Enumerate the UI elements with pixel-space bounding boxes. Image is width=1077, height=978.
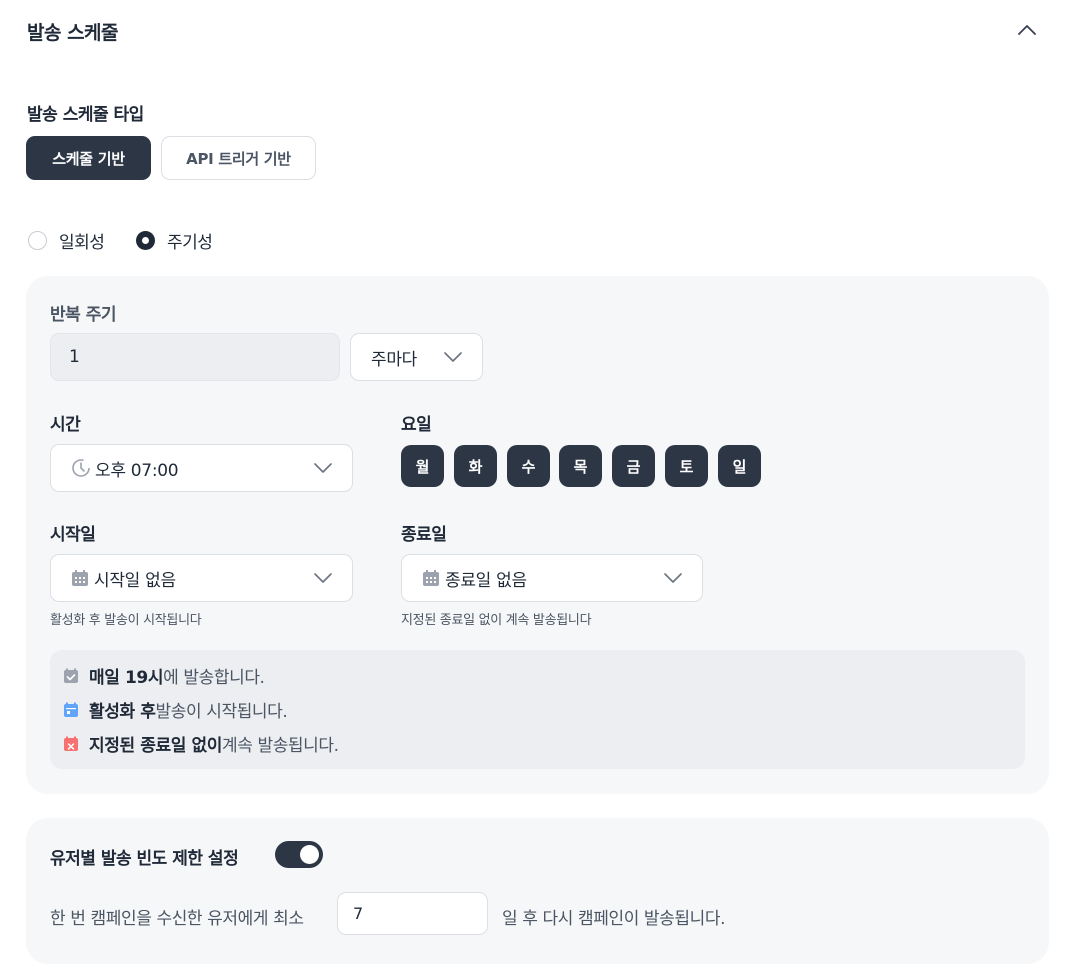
start-date-value: 시작일 없음	[94, 570, 176, 591]
repeat-unit-value: 주마다	[371, 349, 418, 370]
repeat-label: 반복 주기	[50, 305, 116, 325]
summary-line2-rest: 발송이 시작됩니다.	[155, 702, 288, 722]
radio-recurring-label: 주기성	[167, 233, 213, 253]
summary-line1-rest: 에 발송합니다.	[163, 668, 265, 688]
schedule-type-label: 발송 스케줄 타입	[27, 105, 144, 125]
time-label: 시간	[50, 415, 81, 435]
time-select[interactable]: 오후 07:00	[50, 444, 353, 492]
summary-line-start: 활성화 후 발송이 시작됩니다.	[63, 697, 288, 722]
day-fri-button[interactable]: 금	[612, 445, 655, 487]
repeat-interval-input[interactable]: 1	[50, 333, 340, 381]
start-date-select[interactable]: 시작일 없음	[50, 554, 353, 602]
chevron-up-icon	[1018, 24, 1036, 35]
day-wed-button[interactable]: 수	[507, 445, 550, 487]
calendar-icon	[72, 570, 88, 586]
day-thu-button[interactable]: 목	[559, 445, 602, 487]
summary-line3-bold: 지정된 종료일 없이	[89, 736, 222, 756]
clock-icon	[72, 459, 90, 477]
radio-one-time-label: 일회성	[59, 233, 105, 253]
api-trigger-button[interactable]: API 트리거 기반	[161, 136, 316, 180]
frequency-prefix-text: 한 번 캠페인을 수신한 유저에게 최소	[50, 909, 304, 929]
chevron-down-icon	[664, 573, 682, 583]
radio-unchecked-icon	[28, 231, 47, 250]
calendar-icon	[423, 570, 439, 586]
calendar-x-icon	[64, 736, 78, 751]
summary-line3-rest: 계속 발송됩니다.	[221, 736, 339, 756]
day-sat-button[interactable]: 토	[665, 445, 708, 487]
summary-line-end: 지정된 종료일 없이 계속 발송됩니다.	[63, 731, 339, 756]
summary-line-frequency: 매일 19시 에 발송합니다.	[63, 663, 265, 688]
end-date-value: 종료일 없음	[445, 570, 527, 591]
day-sun-button[interactable]: 일	[718, 445, 761, 487]
frequency-days-input[interactable]: 7	[337, 892, 488, 935]
frequency-cap-label: 유저별 발송 빈도 제한 설정	[50, 849, 239, 869]
frequency-cap-panel	[26, 818, 1049, 964]
days-label: 요일	[401, 415, 432, 435]
radio-checked-icon	[136, 231, 155, 250]
summary-line1-bold: 매일 19시	[89, 668, 164, 688]
frequency-suffix-text: 일 후 다시 캠페인이 발송됩니다.	[502, 909, 726, 929]
chevron-down-icon	[314, 573, 332, 583]
calendar-check-icon	[64, 668, 78, 683]
day-mon-button[interactable]: 월	[401, 445, 444, 487]
chevron-down-icon	[444, 352, 462, 362]
end-date-helper: 지정된 종료일 없이 계속 발송됩니다	[401, 613, 592, 628]
radio-one-time[interactable]: 일회성	[28, 228, 105, 253]
calendar-start-icon	[64, 702, 78, 717]
end-date-select[interactable]: 종료일 없음	[401, 554, 703, 602]
start-date-helper: 활성화 후 발송이 시작됩니다	[50, 613, 202, 628]
end-date-label: 종료일	[401, 525, 447, 545]
radio-recurring[interactable]: 주기성	[136, 228, 213, 253]
schedule-based-button[interactable]: 스케줄 기반	[26, 136, 151, 180]
chevron-down-icon	[314, 463, 332, 473]
frequency-cap-toggle[interactable]	[275, 841, 323, 868]
section-title: 발송 스케줄	[27, 22, 119, 44]
start-date-label: 시작일	[50, 525, 96, 545]
repeat-unit-select[interactable]: 주마다	[350, 333, 483, 381]
time-value: 오후 07:00	[95, 460, 179, 481]
repeat-interval-value: 1	[69, 347, 80, 367]
summary-line2-bold: 활성화 후	[89, 702, 156, 722]
day-tue-button[interactable]: 화	[454, 445, 497, 487]
frequency-days-value: 7	[353, 904, 363, 923]
collapse-button[interactable]	[1012, 14, 1042, 44]
